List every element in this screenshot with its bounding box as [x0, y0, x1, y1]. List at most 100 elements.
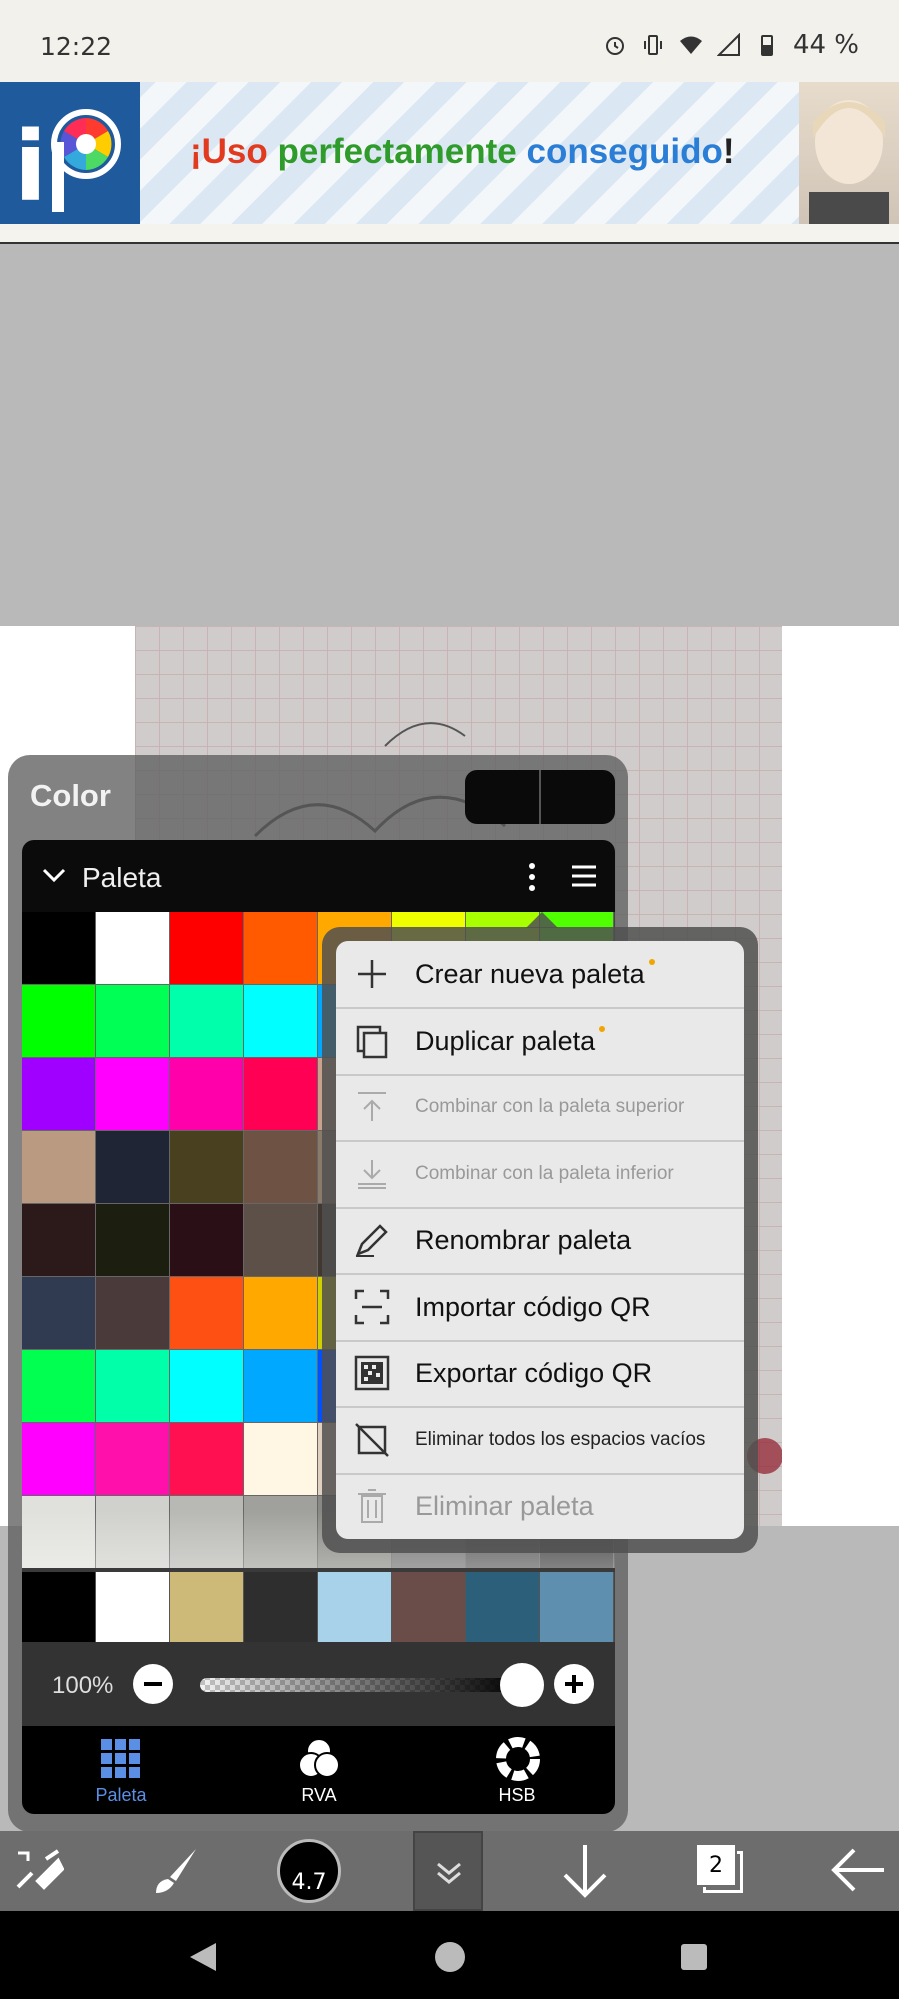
palette-swatch[interactable] [244, 912, 318, 985]
opacity-slider[interactable] [200, 1678, 520, 1692]
tab-rva[interactable]: RVA [220, 1726, 418, 1814]
recent-color-swatch[interactable] [244, 1572, 318, 1646]
layers-button[interactable]: 2 [695, 1843, 747, 1895]
hue-ring-icon [496, 1737, 540, 1781]
vibrate-icon [643, 35, 662, 55]
palette-swatch[interactable] [170, 1204, 244, 1277]
palette-swatch[interactable] [22, 1423, 96, 1496]
recent-color-swatch[interactable] [96, 1572, 170, 1646]
palette-swatch[interactable] [22, 1350, 96, 1423]
recent-color-swatch[interactable] [466, 1572, 540, 1646]
remove-empty-icon [355, 1422, 389, 1457]
toggle-panel-button[interactable] [413, 1831, 483, 1911]
alarm-icon [605, 37, 624, 55]
recent-color-swatch[interactable] [170, 1572, 244, 1646]
status-bar: 12:22 44 % [0, 0, 899, 82]
tab-paleta[interactable]: Paleta [22, 1726, 220, 1814]
palette-swatch[interactable] [22, 1496, 96, 1569]
nav-back-icon[interactable] [188, 1941, 218, 1973]
trash-icon [358, 1489, 386, 1523]
nav-recents-icon[interactable] [680, 1943, 708, 1971]
menu-item-exportar-codigo-qr[interactable]: Exportar código QR [336, 1340, 744, 1408]
menu-item-label: Importar código QR [415, 1291, 651, 1322]
brush-size-button[interactable]: 4.7 [277, 1839, 341, 1903]
menu-item-eliminar-paleta: Eliminar paleta [336, 1473, 744, 1539]
double-chevron-down-icon [437, 1862, 461, 1884]
palette-swatch[interactable] [170, 1423, 244, 1496]
palette-swatch[interactable] [170, 1058, 244, 1131]
transform-tool-icon[interactable] [14, 1847, 64, 1897]
palette-swatch[interactable] [244, 1423, 318, 1496]
palette-swatch[interactable] [244, 1204, 318, 1277]
palette-swatch[interactable] [22, 1131, 96, 1204]
palette-swatch[interactable] [170, 985, 244, 1058]
palette-swatch[interactable] [170, 1277, 244, 1350]
arrow-down-icon[interactable] [560, 1843, 610, 1899]
nav-home-icon[interactable] [434, 1941, 466, 1973]
palette-swatch[interactable] [22, 985, 96, 1058]
palette-swatch[interactable] [96, 1058, 170, 1131]
palette-swatch[interactable] [96, 985, 170, 1058]
palette-swatch[interactable] [170, 1496, 244, 1569]
palette-swatch[interactable] [170, 1350, 244, 1423]
tab-label: RVA [301, 1785, 337, 1805]
color-mode-tabs: Paleta RVA HSB [22, 1726, 615, 1814]
tab-hsb[interactable]: HSB [418, 1726, 616, 1814]
opacity-decrease-button[interactable] [133, 1664, 173, 1704]
menu-icon[interactable] [570, 864, 598, 888]
palette-swatch[interactable] [96, 1423, 170, 1496]
palette-swatch[interactable] [170, 912, 244, 985]
palette-swatch[interactable] [244, 1496, 318, 1569]
palette-swatch[interactable] [96, 1350, 170, 1423]
recent-color-swatch[interactable] [540, 1572, 614, 1646]
svg-text:i: i [14, 111, 47, 223]
palette-header: Paleta [22, 840, 615, 912]
ibis-paint-logo: i [0, 82, 140, 224]
palette-swatch[interactable] [22, 1204, 96, 1277]
palette-swatch[interactable] [244, 1058, 318, 1131]
opacity-increase-button[interactable] [554, 1664, 594, 1704]
qr-code-icon [354, 1355, 390, 1391]
more-options-icon[interactable] [527, 862, 537, 892]
chevron-down-icon[interactable] [42, 866, 66, 886]
palette-swatch[interactable] [96, 1204, 170, 1277]
ad-banner-border [0, 224, 899, 244]
menu-item-importar-codigo-qr[interactable]: Importar código QR [336, 1274, 744, 1342]
palette-swatch[interactable] [96, 1496, 170, 1569]
menu-item-eliminar-todos-los-espacios-vacios[interactable]: Eliminar todos los espacios vacíos [336, 1407, 744, 1475]
ad-banner[interactable]: i ¡Uso perfectamente conseguido! [0, 82, 899, 224]
palette-swatch[interactable] [170, 1131, 244, 1204]
menu-pointer [526, 912, 558, 928]
palette-swatch[interactable] [244, 1131, 318, 1204]
palette-swatch[interactable] [244, 1277, 318, 1350]
menu-item-label: Exportar código QR [415, 1358, 653, 1388]
palette-swatch[interactable] [96, 1277, 170, 1350]
canvas-background-right [782, 626, 899, 1526]
menu-item-label: Renombrar paleta [415, 1225, 632, 1255]
menu-item-renombrar-paleta[interactable]: Renombrar paleta [336, 1207, 744, 1275]
opacity-value: 100% [52, 1672, 114, 1699]
palette-swatch[interactable] [244, 985, 318, 1058]
menu-item-crear-nueva-paleta[interactable]: Crear nueva paleta [336, 941, 744, 1009]
opacity-slider-handle[interactable] [500, 1663, 544, 1707]
palette-swatch[interactable] [22, 912, 96, 985]
palette-label: Paleta [82, 862, 162, 893]
palette-swatch[interactable] [22, 1277, 96, 1350]
brush-tool-icon[interactable] [150, 1845, 202, 1897]
system-navigation-bar [0, 1911, 899, 1999]
signal-icon [716, 33, 740, 56]
brush-size-value: 4.7 [291, 1870, 327, 1895]
palette-swatch[interactable] [244, 1350, 318, 1423]
palette-swatch[interactable] [96, 912, 170, 985]
menu-item-duplicar-paleta[interactable]: Duplicar paleta [336, 1008, 744, 1076]
palette-swatch[interactable] [22, 1058, 96, 1131]
recent-color-swatch[interactable] [392, 1572, 466, 1646]
menu-item-label: Eliminar paleta [415, 1491, 594, 1521]
recent-color-swatch[interactable] [318, 1572, 392, 1646]
palette-swatch[interactable] [96, 1131, 170, 1204]
back-arrow-icon[interactable] [830, 1847, 886, 1893]
recent-color-swatch[interactable] [22, 1572, 96, 1646]
duplicate-icon [356, 1025, 388, 1058]
battery-icon [760, 35, 773, 56]
menu-item-label: Duplicar paleta [415, 1025, 596, 1056]
